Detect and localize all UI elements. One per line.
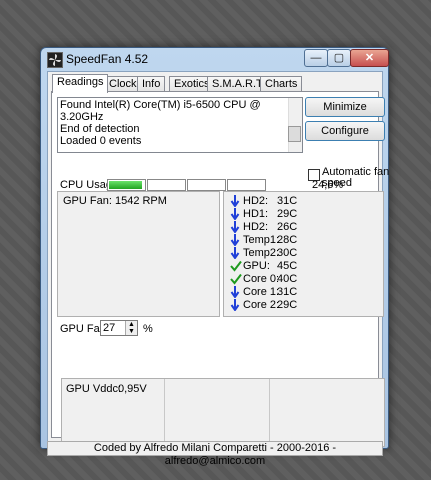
spin-arrows[interactable]: ▲ ▼ [125, 321, 137, 335]
minimize-window-button[interactable]: — [304, 49, 328, 67]
arrow-down-icon [230, 247, 240, 260]
temp-value: 28C [277, 234, 298, 246]
arrow-down-icon [230, 234, 240, 247]
temp-value: 30C [277, 247, 298, 259]
temp-row: Core 2: 29C [230, 299, 380, 312]
temp-label: Temp1: [243, 234, 280, 246]
gpu-vddc-value: 0,95V [118, 383, 147, 395]
cpu-core-bar [187, 179, 226, 191]
log-scrollbar[interactable] [288, 98, 302, 152]
log-line: End of detection [60, 123, 140, 135]
spin-up-icon[interactable]: ▲ [126, 321, 137, 328]
gpu-fan-speed-spinbox[interactable]: 27 ▲ ▼ [100, 320, 138, 336]
tab-info[interactable]: Info [137, 76, 166, 92]
temp-label: GPU: [243, 260, 270, 272]
voltages-column-divider [164, 379, 165, 446]
log-line: Found Intel(R) Core(TM) i5-6500 CPU @ 3.… [60, 99, 261, 123]
temp-value: 31C [277, 286, 298, 298]
temp-row: HD1: 29C [230, 208, 380, 221]
temp-label: Core 0: [243, 273, 280, 285]
cpu-core-bar [147, 179, 186, 191]
gpu-fan-speed: GPU Fan: 1542 RPM [63, 195, 167, 207]
temp-value: 45C [277, 260, 298, 272]
temp-label: Core 2: [243, 299, 280, 311]
arrow-down-icon [230, 208, 240, 221]
temperatures-box: HD2: 31C HD1: 29C HD2: 26C Temp1: 28C Te… [223, 191, 384, 317]
cpu-usage-value: 24,6% [312, 179, 344, 191]
temp-row: Temp2: 30C [230, 247, 380, 260]
cpu-core-bar [227, 179, 266, 191]
arrow-down-icon [230, 195, 240, 208]
arrow-down-icon [230, 221, 240, 234]
tab-clock[interactable]: Clock [104, 76, 142, 92]
close-window-button[interactable]: ✕ [350, 49, 389, 67]
gpu-vddc-label: GPU Vddc: [66, 383, 122, 395]
arrow-down-icon [230, 286, 240, 299]
title-bar[interactable]: SpeedFan 4.52 — ▢ ✕ [41, 48, 389, 70]
temp-row: GPU: 45C [230, 260, 380, 272]
temp-value: 40C [277, 273, 298, 285]
temp-label: HD2: [243, 221, 269, 233]
fans-box: GPU Fan: 1542 RPM [57, 191, 220, 317]
maximize-window-button[interactable]: ▢ [327, 49, 351, 67]
cpu-core-bar [107, 179, 146, 191]
temp-value: 31C [277, 195, 298, 207]
checkmark-icon [230, 260, 242, 272]
tab-charts[interactable]: Charts [260, 76, 303, 92]
temp-value: 29C [277, 299, 298, 311]
checkmark-icon [230, 273, 242, 285]
arrow-down-icon [230, 299, 240, 312]
temp-label: Temp2: [243, 247, 280, 259]
cpu-core-fill [109, 181, 142, 189]
minimize-button[interactable]: Minimize [305, 97, 385, 117]
speedfan-logo-icon [47, 52, 63, 68]
temp-row: Core 0: 40C [230, 273, 380, 285]
temp-row: Temp1: 28C [230, 234, 380, 247]
temp-value: 29C [277, 208, 298, 220]
voltages-box: GPU Vddc: 0,95V [61, 378, 385, 447]
temp-label: Core 1: [243, 286, 280, 298]
log-scrollbar-thumb[interactable] [288, 126, 301, 142]
temp-label: HD2: [243, 195, 269, 207]
window-title: SpeedFan 4.52 [66, 52, 149, 66]
voltages-column-divider [269, 379, 270, 446]
gpu-fan-unit: % [143, 323, 153, 335]
configure-button[interactable]: Configure [305, 121, 385, 141]
spin-down-icon[interactable]: ▼ [126, 328, 137, 335]
temp-value: 26C [277, 221, 298, 233]
client-area: Readings Clock Info Exotics S.M.A.R.T. C… [47, 71, 389, 447]
tab-readings[interactable]: Readings [52, 74, 109, 93]
temp-row: HD2: 31C [230, 195, 380, 208]
gpu-fan-speed-value: 27 [103, 322, 116, 334]
temp-row: HD2: 26C [230, 221, 380, 234]
speedfan-window: SpeedFan 4.52 — ▢ ✕ Readings Clock Info … [40, 47, 389, 467]
temp-label: HD1: [243, 208, 269, 220]
status-bar: Coded by Alfredo Milani Comparetti - 200… [47, 441, 383, 467]
log-line: Loaded 0 events [60, 135, 142, 147]
event-log[interactable]: Found Intel(R) Core(TM) i5-6500 CPU @ 3.… [57, 97, 303, 153]
temp-row: Core 1: 31C [230, 286, 380, 299]
